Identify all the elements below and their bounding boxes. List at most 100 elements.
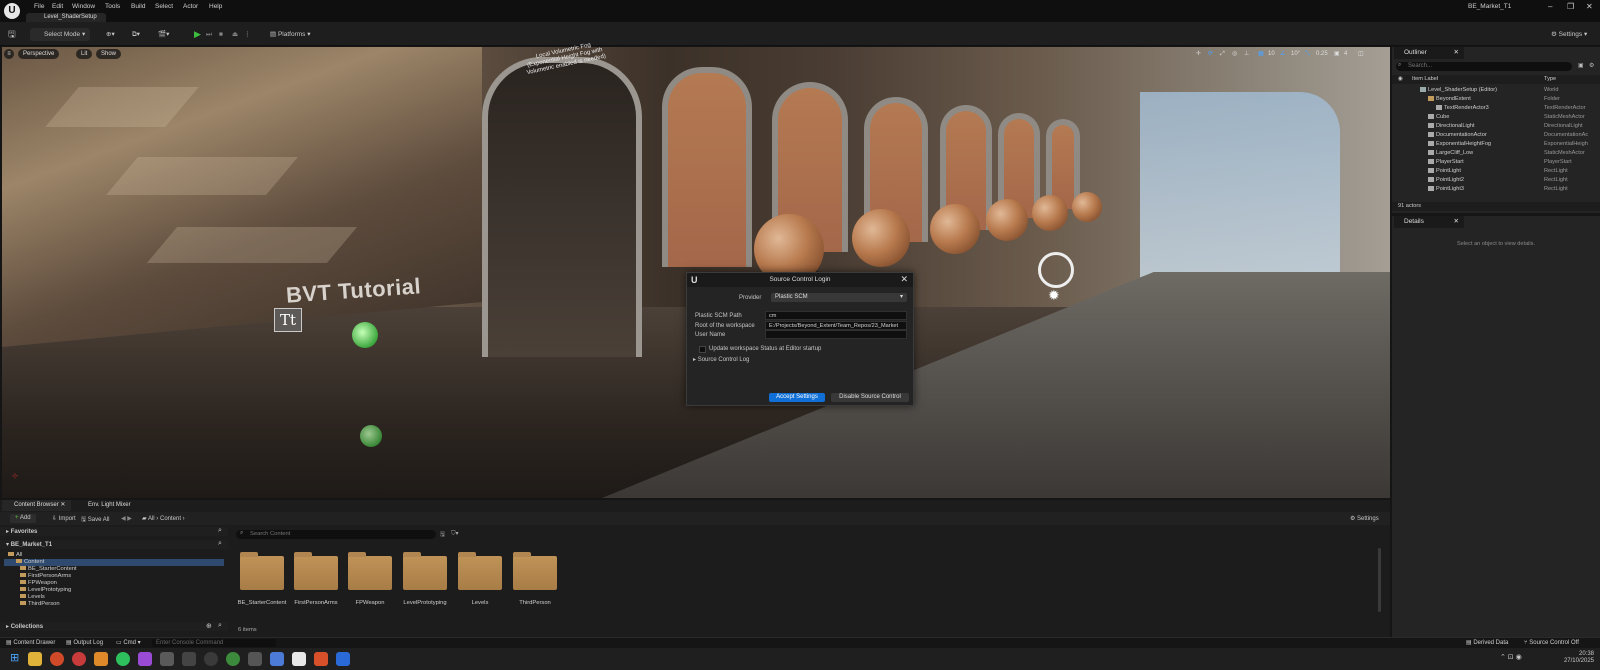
search-icon[interactable]: ⌕ bbox=[218, 540, 222, 548]
tree-item[interactable]: LevelPrototyping bbox=[20, 587, 71, 594]
app-icon[interactable] bbox=[270, 652, 284, 666]
sun-icon[interactable]: ✹ bbox=[1048, 287, 1060, 304]
app-icon[interactable] bbox=[182, 652, 196, 666]
eject-icon[interactable]: ⏏ bbox=[232, 28, 238, 41]
details-tab[interactable]: Details ✕ bbox=[1394, 216, 1464, 228]
platforms-dropdown[interactable]: ▤ Platforms ▾ bbox=[270, 28, 310, 41]
app-icon[interactable] bbox=[314, 652, 328, 666]
clock[interactable]: 20:38 27/10/2025 bbox=[1548, 651, 1594, 665]
select-mode-dropdown[interactable]: Select Mode ▾ bbox=[30, 28, 90, 41]
rotation-snap-icon[interactable]: ∠ bbox=[1280, 49, 1285, 59]
menu-help[interactable]: Help bbox=[209, 3, 222, 10]
update-status-checkbox[interactable] bbox=[699, 346, 706, 353]
rotate-icon[interactable]: ⟳ bbox=[1208, 49, 1213, 59]
grid-snap-value[interactable]: 10 bbox=[1268, 49, 1275, 59]
chrome-icon[interactable] bbox=[226, 652, 240, 666]
tree-item[interactable]: BE_StarterContent bbox=[20, 566, 77, 573]
menu-tools[interactable]: Tools bbox=[105, 3, 120, 10]
content-browser-tab[interactable]: Content Browser ✕ bbox=[2, 500, 72, 511]
browser-icon[interactable] bbox=[50, 652, 64, 666]
disable-source-control-button[interactable]: Disable Source Control bbox=[831, 393, 909, 402]
content-drawer-button[interactable]: ▤ Content Drawer bbox=[6, 638, 55, 648]
folder-icon[interactable] bbox=[294, 552, 338, 590]
folder-icon[interactable] bbox=[348, 552, 392, 590]
menu-build[interactable]: Build bbox=[131, 3, 145, 10]
light-mixer-tab[interactable]: Env. Light Mixer bbox=[76, 500, 137, 511]
app-icon[interactable] bbox=[336, 652, 350, 666]
outliner-row[interactable]: Cube StaticMeshActor bbox=[1392, 113, 1600, 122]
cb-settings-button[interactable]: ⚙ Settings bbox=[1350, 515, 1379, 522]
add-button[interactable]: + Add bbox=[10, 514, 36, 523]
stop-icon[interactable]: ■ bbox=[219, 28, 223, 41]
folder-icon[interactable] bbox=[458, 552, 502, 590]
breadcrumb-content[interactable]: Content bbox=[160, 516, 181, 522]
save-all-button[interactable]: 🖫 Save All bbox=[81, 515, 109, 525]
outliner-row[interactable]: PointLight RectLight bbox=[1392, 167, 1600, 176]
spotify-icon[interactable] bbox=[116, 652, 130, 666]
blueprint-icon[interactable]: ⧉▾ bbox=[132, 28, 140, 41]
camera-speed-value[interactable]: 4 bbox=[1344, 49, 1347, 59]
tree-item[interactable]: Levels bbox=[20, 594, 45, 601]
provider-dropdown[interactable]: Plastic SCM ▾ bbox=[771, 293, 907, 302]
tree-item[interactable]: FirstPersonArms bbox=[20, 573, 71, 580]
folder-icon[interactable] bbox=[240, 552, 284, 590]
derived-data-button[interactable]: ▤ Derived Data bbox=[1466, 638, 1508, 648]
outliner-search-input[interactable]: Search... bbox=[1396, 62, 1572, 71]
text-render-actor-icon[interactable]: Tt bbox=[274, 308, 302, 332]
add-collection-icon[interactable]: ⊕ bbox=[206, 622, 212, 630]
output-log-button[interactable]: ▤ Output Log bbox=[66, 638, 103, 648]
lit-button[interactable]: Lit bbox=[76, 49, 93, 59]
outliner-row[interactable]: DocumentationActor DocumentationAc bbox=[1392, 131, 1600, 140]
content-scrollbar[interactable] bbox=[1378, 548, 1381, 612]
outliner-row[interactable]: PointLight3 RectLight bbox=[1392, 185, 1600, 194]
light-gizmo-icon[interactable] bbox=[1038, 252, 1074, 288]
outliner-row[interactable]: Level_ShaderSetup (Editor) World bbox=[1392, 86, 1600, 95]
close-icon[interactable]: ✕ bbox=[1586, 2, 1593, 11]
user-name-field[interactable] bbox=[765, 330, 907, 339]
level-tab[interactable]: Level_ShaderSetup bbox=[26, 13, 106, 22]
import-button[interactable]: ⇩ Import bbox=[52, 515, 76, 522]
outliner-row[interactable]: PlayerStart PlayerStart bbox=[1392, 158, 1600, 167]
unreal-engine-icon[interactable] bbox=[292, 652, 306, 666]
tree-item[interactable]: FPWeapon bbox=[20, 580, 57, 587]
scale-icon[interactable]: ⤢ bbox=[1220, 49, 1225, 59]
settings-dropdown[interactable]: ⚙ Settings ▾ bbox=[1551, 28, 1587, 41]
folder-icon[interactable] bbox=[513, 552, 557, 590]
menu-actor[interactable]: Actor bbox=[183, 3, 198, 10]
cinematics-icon[interactable]: 🎬▾ bbox=[158, 28, 169, 41]
advance-frame-icon[interactable]: ⏭ bbox=[206, 28, 212, 41]
source-control-status-button[interactable]: ⑂ Source Control Off bbox=[1524, 638, 1579, 648]
favorites-header[interactable]: ▸ Favorites ⌕ bbox=[0, 527, 228, 536]
outliner-tab[interactable]: Outliner ✕ bbox=[1394, 47, 1464, 59]
more-options-icon[interactable]: ⋮ bbox=[244, 28, 251, 41]
gear-icon[interactable]: ⚙ bbox=[1589, 62, 1594, 69]
rotation-snap-value[interactable]: 10° bbox=[1291, 49, 1300, 59]
tree-item[interactable]: ThirdPerson bbox=[20, 601, 60, 608]
folder-icon[interactable] bbox=[403, 552, 447, 590]
menu-file[interactable]: File bbox=[34, 3, 44, 10]
item-label-header[interactable]: Item Label bbox=[1412, 75, 1438, 84]
menu-select[interactable]: Select bbox=[155, 3, 173, 10]
tree-item-all[interactable]: All bbox=[8, 552, 22, 559]
system-tray-icon[interactable]: ⌃ ⊡ ◉ bbox=[1500, 653, 1522, 661]
search-icon[interactable]: ⌕ bbox=[218, 622, 222, 630]
maximize-icon[interactable]: ❐ bbox=[1567, 2, 1574, 11]
collections-header[interactable]: ▸ Collections ⊕ ⌕ bbox=[0, 622, 228, 631]
type-header[interactable]: Type bbox=[1544, 75, 1556, 84]
show-button[interactable]: Show bbox=[96, 49, 122, 59]
accept-settings-button[interactable]: Accept Settings bbox=[769, 393, 825, 402]
add-folder-icon[interactable]: ▣ bbox=[1578, 62, 1584, 69]
unreal-logo-icon[interactable]: U bbox=[4, 3, 20, 19]
history-back-icon[interactable]: ◀ ▶ bbox=[121, 515, 132, 522]
content-search-input[interactable]: Search Content bbox=[236, 530, 436, 539]
outliner-close-icon[interactable]: ✕ bbox=[1454, 47, 1459, 59]
outliner-row[interactable]: ExponentialHeightFog ExponentialHeigh bbox=[1392, 140, 1600, 149]
surface-snap-icon[interactable]: ⊥ bbox=[1244, 49, 1249, 59]
add-actor-icon[interactable]: ⊕▾ bbox=[106, 28, 115, 41]
details-close-icon[interactable]: ✕ bbox=[1454, 216, 1459, 228]
play-icon[interactable]: ▶ bbox=[194, 28, 201, 41]
dialog-close-icon[interactable]: ✕ bbox=[900, 274, 908, 285]
scale-snap-icon[interactable]: ⤡ bbox=[1305, 49, 1310, 59]
viewport-layout-icon[interactable]: ◫ bbox=[1358, 49, 1364, 59]
menu-window[interactable]: Window bbox=[72, 3, 95, 10]
